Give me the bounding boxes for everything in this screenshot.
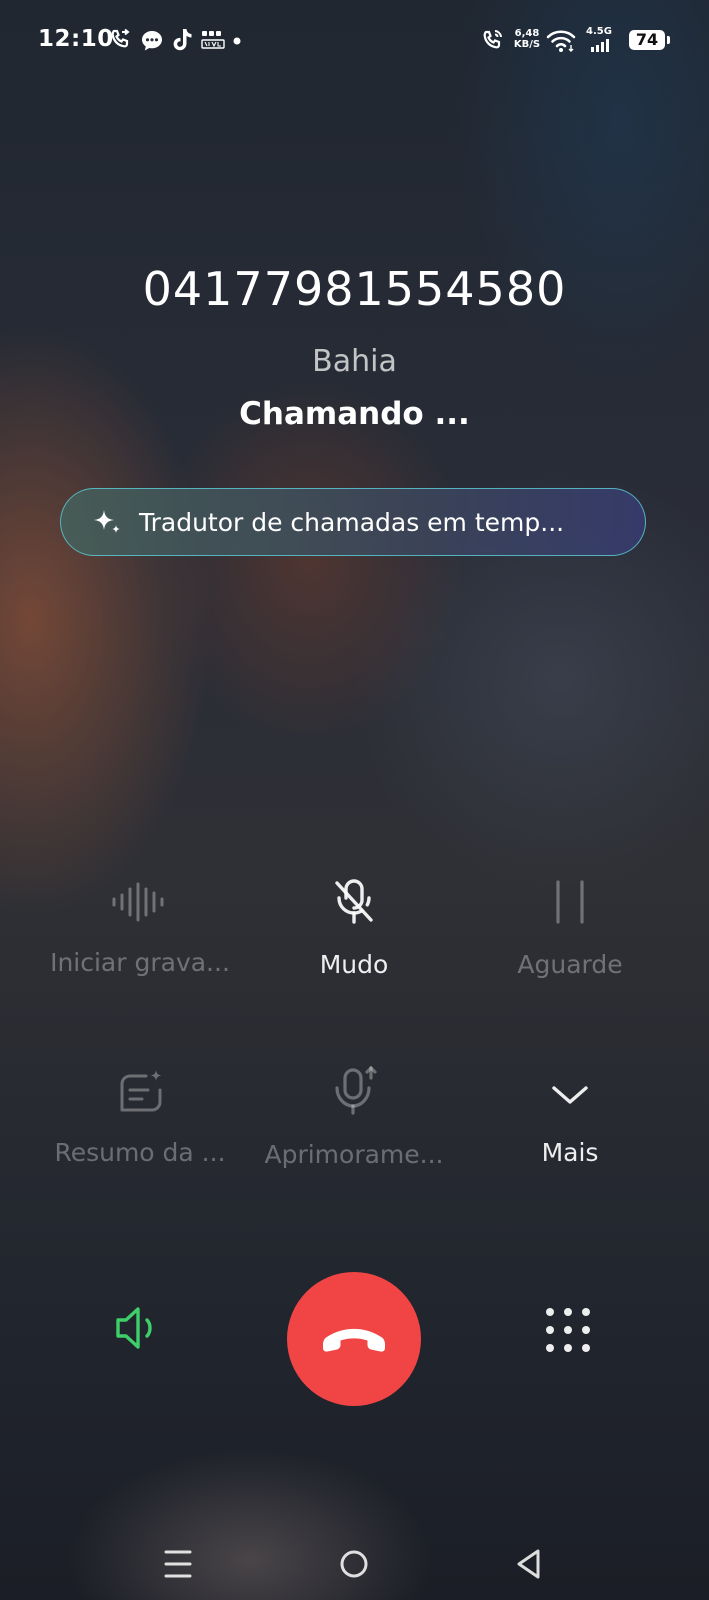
call-summary-label: Resumo da ... <box>54 1138 226 1167</box>
microphone-boost-icon <box>335 1065 377 1115</box>
battery-level: 74 <box>635 30 659 49</box>
phone-hangup-icon <box>323 1328 385 1352</box>
status-bar: 12:10 6,48 KB/S 4.5G 74 <box>0 0 709 80</box>
caller-location: Bahia <box>312 344 397 379</box>
hold-button[interactable]: Aguarde <box>452 878 688 979</box>
status-time: 12:10 <box>38 26 114 52</box>
wifi-icon <box>546 30 576 52</box>
recent-apps-icon[interactable] <box>158 1544 198 1584</box>
voice-enhance-label: Aprimorame... <box>264 1140 444 1169</box>
mute-label: Mudo <box>319 950 389 979</box>
waveform-icon <box>112 882 164 922</box>
battery-icon: 74 <box>629 30 670 50</box>
signal-bars-icon <box>591 39 609 52</box>
back-icon[interactable] <box>510 1544 550 1584</box>
more-button[interactable]: Mais <box>452 1082 688 1167</box>
record-button[interactable]: Iniciar grava... <box>22 880 258 977</box>
network-type: 4.5G <box>586 26 612 37</box>
call-status: Chamando ... <box>239 396 470 432</box>
end-call-button[interactable] <box>287 1272 421 1406</box>
chevron-down-icon <box>552 1086 588 1104</box>
temu-icon <box>201 31 225 49</box>
home-icon[interactable] <box>334 1544 374 1584</box>
call-translator-button[interactable]: Tradutor de chamadas em temp... <box>60 488 646 556</box>
mute-button[interactable]: Mudo <box>236 878 472 979</box>
navigation-bar <box>0 1520 709 1600</box>
dialpad-icon[interactable] <box>538 1300 598 1360</box>
net-speed: 6,48 KB/S <box>510 28 544 50</box>
speaker-icon[interactable] <box>106 1296 170 1360</box>
net-speed-unit: KB/S <box>513 39 541 50</box>
call-forward-icon <box>111 28 130 48</box>
wifi-calling-icon <box>483 30 502 49</box>
tiktok-icon <box>173 29 192 51</box>
hold-label: Aguarde <box>517 950 623 979</box>
voice-enhance-button[interactable]: Aprimorame... <box>236 1064 472 1169</box>
sparkle-icon <box>94 510 120 533</box>
call-summary-button[interactable]: Resumo da ... <box>22 1068 258 1167</box>
notification-dot-icon <box>233 37 241 45</box>
call-translator-label: Tradutor de chamadas em temp... <box>139 507 565 537</box>
caller-number: 04177981554580 <box>142 262 567 316</box>
summary-icon <box>120 1070 162 1112</box>
more-label: Mais <box>541 1138 599 1167</box>
net-speed-value: 6,48 <box>514 28 540 39</box>
microphone-off-icon <box>335 879 373 924</box>
pause-icon <box>556 880 584 924</box>
record-label: Iniciar grava... <box>50 948 230 977</box>
chat-bubble-icon <box>142 31 162 51</box>
